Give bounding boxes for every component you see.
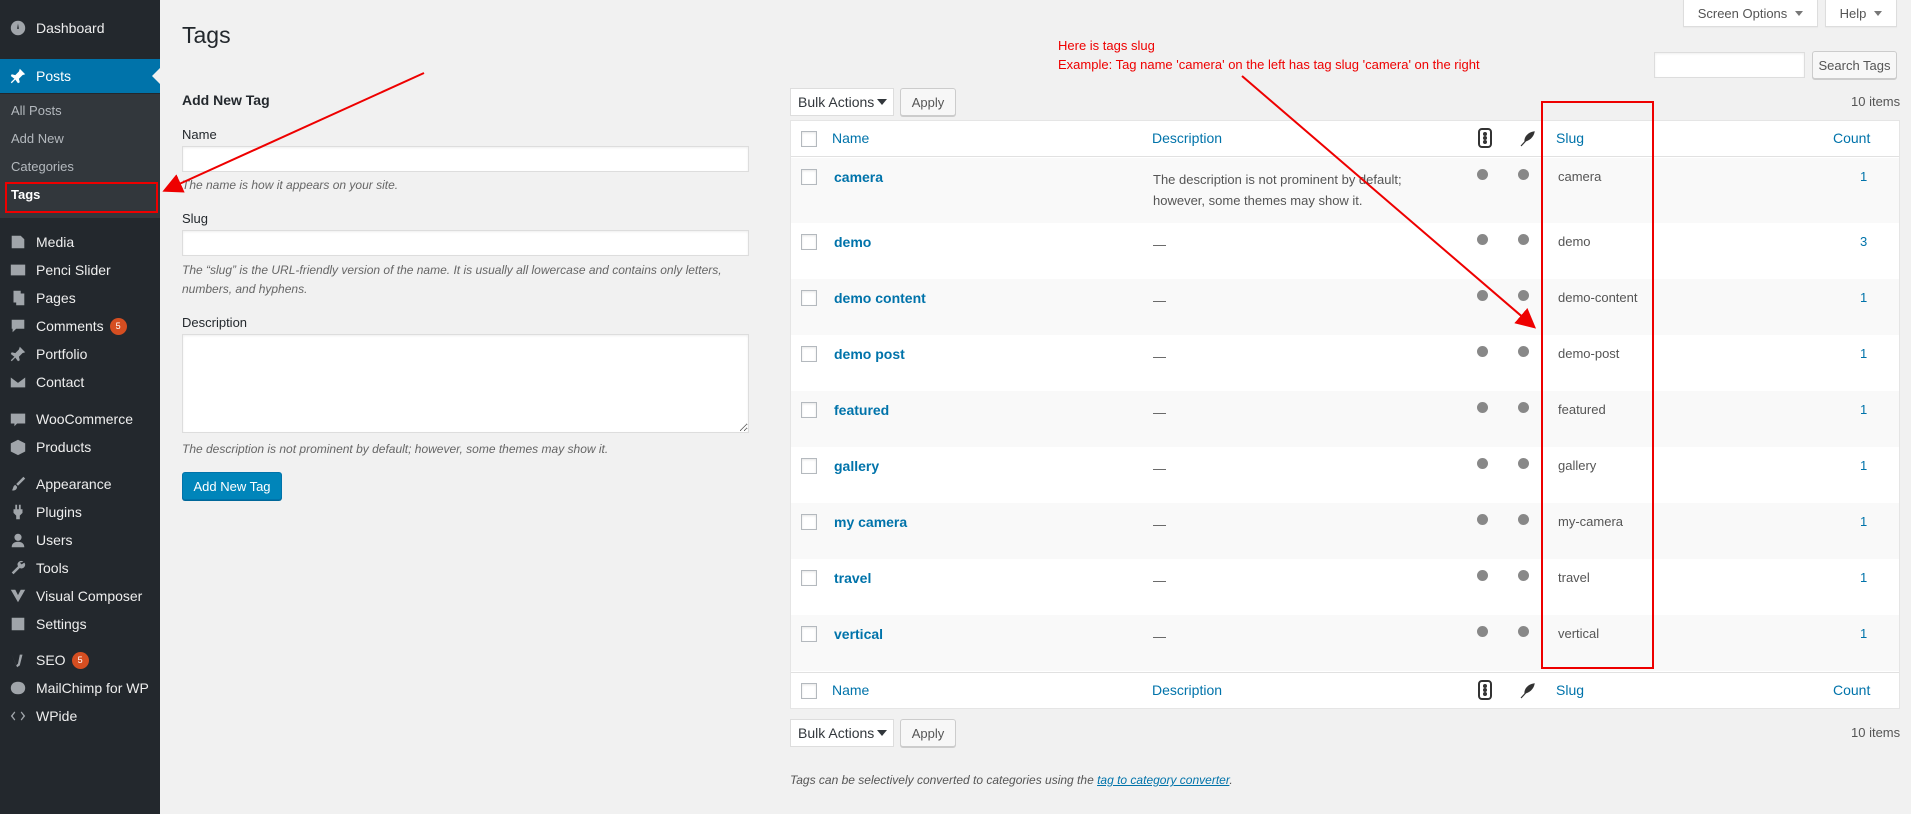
annotation-arrows — [162, 72, 1537, 329]
